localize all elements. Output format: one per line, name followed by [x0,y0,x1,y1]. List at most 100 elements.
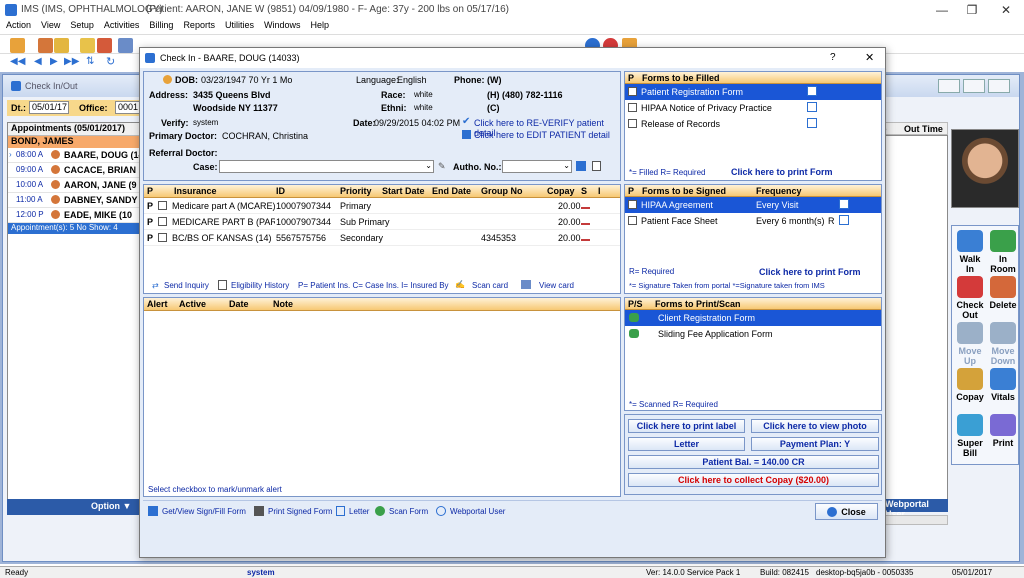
checkin-close[interactable] [988,79,1010,93]
scan-card-link[interactable]: Scan card [472,281,508,290]
close-button[interactable]: ✕ [992,0,1020,20]
restore-button[interactable]: ❐ [958,0,986,20]
form-filled-row[interactable]: Release of Records [625,116,881,132]
scan-form-link[interactable]: Scan Form [389,507,428,516]
form-filled-row[interactable]: HIPAA Notice of Privacy Practice [625,100,881,116]
menu-setup[interactable]: Setup [70,20,94,34]
refresh-icon[interactable]: ↻ [106,55,115,68]
arrow-next-icon[interactable]: ▶ [50,56,58,67]
checkin-minimize[interactable] [938,79,960,93]
toolbar-button-super-bill[interactable]: Super Bill [955,414,985,458]
checkin-title: Check In/Out [25,81,78,91]
form-signed-row[interactable]: HIPAA Agreement Every Visit [625,197,881,213]
user-icon[interactable] [10,38,25,53]
move-icon [990,322,1016,344]
autho-edit-icon[interactable] [576,161,586,171]
menu-activities[interactable]: Activities [104,20,140,34]
report-icon[interactable] [118,38,133,53]
forms-signed-print-link[interactable]: Click here to print Form [759,267,861,277]
appointment-row[interactable]: 10:00 A AARON, JANE (9 [8,178,141,193]
form-edit-icon[interactable] [807,102,817,112]
calendar-icon[interactable] [97,38,112,53]
autho-doc-icon[interactable] [592,161,601,171]
form-edit-icon[interactable] [807,86,817,96]
option-button[interactable]: Option ▼ [91,501,131,511]
dialog-close-button[interactable]: ✕ [865,51,874,64]
insurance-row[interactable]: P MEDICARE PART B (PAR 10007907344 Sub Prim… [144,214,620,230]
collect-copay-button[interactable]: Click here to collect Copay ($20.00) [628,473,879,487]
form-edit-icon[interactable] [839,215,849,225]
letter-link[interactable]: Letter [349,507,369,516]
form-scan-row[interactable]: Sliding Fee Application Form [625,326,881,342]
menu-windows[interactable]: Windows [264,20,301,34]
menu-billing[interactable]: Billing [149,20,173,34]
toolbar-button-move-down[interactable]: Move Down [988,322,1018,366]
form-edit-icon[interactable] [807,118,817,128]
appointment-row[interactable]: 09:00 A CACACE, BRIAN [8,163,141,178]
case-search-icon[interactable]: ✎ [438,161,446,172]
toolbar-button-print[interactable]: Print [988,414,1018,448]
form-edit-icon[interactable] [839,199,849,209]
form-scan-row[interactable]: Client Registration Form [625,310,881,326]
case-dropdown[interactable]: ⌄ [219,160,434,173]
menu-action[interactable]: Action [6,20,31,34]
form-signed-row[interactable]: Patient Face Sheet Every 6 month(s) R [625,213,881,229]
form-checkbox[interactable] [628,119,637,128]
form-checkbox[interactable] [628,200,637,209]
appointment-row[interactable]: › 08:00 A BAARE, DOUG (14 [8,148,142,163]
appointment-row[interactable]: 12:00 P EADE, MIKE (10 [8,208,141,223]
ins-col-s: S [581,186,588,196]
insurance-row[interactable]: P BC/BS OF KANSAS (14) 5567575756 Secondary… [144,230,620,246]
ins-edit-icon[interactable] [581,217,590,225]
patient-icon[interactable] [38,38,53,53]
dialog-help-button[interactable]: ? [830,52,836,63]
toolbar-button-walk-in[interactable]: Walk In [955,230,985,274]
provider-row[interactable]: BOND, JAMES [8,136,141,148]
edit-patient-link[interactable]: Click here to EDIT PATIENT detail [474,130,610,140]
view-photo-button[interactable]: Click here to view photo [751,419,879,433]
toolbar-button-copay[interactable]: Copay [955,368,985,402]
send-inquiry-link[interactable]: Send Inquiry [164,281,209,290]
toolbar-button-vitals[interactable]: Vitals [988,368,1018,402]
autho-dropdown[interactable]: ⌄ [502,160,572,173]
sort-icon[interactable]: ⇅ [86,56,94,67]
insurance-checkbox[interactable] [158,201,167,210]
office-input[interactable]: 0001 [115,101,142,114]
form-checkbox[interactable] [628,216,637,225]
date-input[interactable]: 05/01/17 [29,101,69,114]
appointment-row[interactable]: 11:00 A DABNEY, SANDY [8,193,141,208]
webportal-link[interactable]: Webportal User [450,507,505,516]
insurance-checkbox[interactable] [158,217,167,226]
menu-view[interactable]: View [41,20,60,34]
toolbar-button-check-out[interactable]: Check Out [955,276,985,320]
toolbar-button-in-room[interactable]: In Room [988,230,1018,274]
minimize-button[interactable]: — [928,0,956,20]
insurance-checkbox[interactable] [158,233,167,242]
letter-button[interactable]: Letter [628,437,745,451]
doctor-icon[interactable] [54,38,69,53]
form-filled-row[interactable]: Patient Registration Form [625,84,881,100]
form-checkbox[interactable] [628,103,637,112]
arrow-first-icon[interactable]: ◀◀ [10,56,25,67]
ins-edit-icon[interactable] [581,233,590,241]
folder-icon[interactable] [80,38,95,53]
arrow-prev-icon[interactable]: ◀ [34,56,42,67]
toolbar-button-move-up[interactable]: Move Up [955,322,985,366]
payment-plan-button[interactable]: Payment Plan: Y [751,437,879,451]
print-signed-link[interactable]: Print Signed Form [268,507,332,516]
print-label-button[interactable]: Click here to print label [628,419,745,433]
menu-utilities[interactable]: Utilities [225,20,254,34]
insurance-row[interactable]: P Medicare part A (MCARE) 10007907344 Prima… [144,198,620,214]
menu-help[interactable]: Help [310,20,329,34]
get-view-sign-link[interactable]: Get/View Sign/Fill Form [162,507,246,516]
eligibility-link[interactable]: Eligibility History [231,281,289,290]
close-dialog-button[interactable]: Close [815,503,878,520]
form-checkbox[interactable] [628,87,637,96]
view-card-link[interactable]: View card [539,281,574,290]
ins-edit-icon[interactable] [581,201,590,209]
menu-reports[interactable]: Reports [183,20,215,34]
checkin-restore[interactable] [963,79,985,93]
forms-filled-print-link[interactable]: Click here to print Form [731,167,833,177]
arrow-last-icon[interactable]: ▶▶ [64,56,79,67]
toolbar-button-delete[interactable]: Delete [988,276,1018,310]
